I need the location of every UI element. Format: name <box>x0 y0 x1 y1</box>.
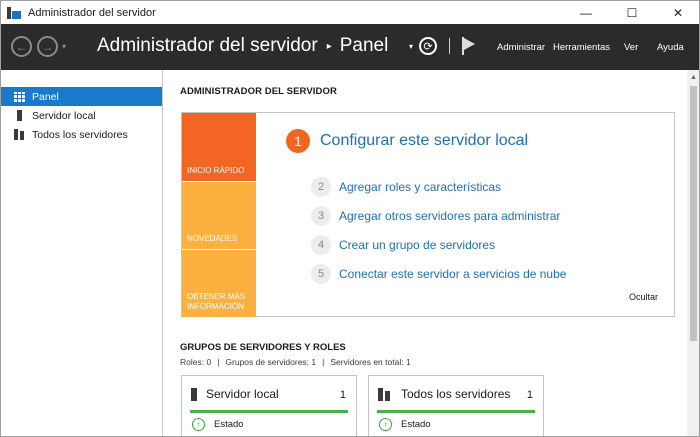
quick-start-step-4: 4 Crear un grupo de servidores <box>311 235 495 255</box>
step-number-badge: 4 <box>311 235 331 255</box>
groups-stats: Roles: 0 | Grupos de servidores: 1 | Ser… <box>180 357 417 367</box>
card-status-bar <box>377 410 535 413</box>
add-servers-link[interactable]: Agregar otros servidores para administra… <box>339 209 560 223</box>
step-number-badge: 1 <box>286 129 310 153</box>
configure-local-server-link[interactable]: Configurar este servidor local <box>320 132 528 150</box>
window-title: Administrador del servidor <box>28 6 156 19</box>
page-title: ADMINISTRADOR DEL SERVIDOR <box>180 86 337 97</box>
stats-separator: | <box>217 357 220 367</box>
group-card-todos-los-servidores[interactable]: Todos los servidores 1 ↑ Estado <box>368 375 544 436</box>
menu-herramientas[interactable]: Herramientas <box>553 42 610 53</box>
card-title[interactable]: Todos los servidores <box>401 387 510 401</box>
quick-start-step-2: 2 Agregar roles y características <box>311 177 501 197</box>
card-status-row[interactable]: ↑ Estado <box>192 418 244 431</box>
quick-start-panel: INICIO RÁPIDO NOVEDADES OBTENER MÁS INFO… <box>181 112 675 317</box>
app-header: ← → ▾ Administrador del servidor ▸ Panel… <box>1 24 699 70</box>
card-status-label: Estado <box>214 419 244 430</box>
title-bar: Administrador del servidor — ☐ ✕ <box>1 1 699 24</box>
card-header: Todos los servidores <box>378 387 510 401</box>
add-roles-link[interactable]: Agregar roles y características <box>339 180 501 194</box>
maximize-button[interactable]: ☐ <box>609 1 655 24</box>
status-ok-up-arrow-icon: ↑ <box>192 418 205 431</box>
menu-administrar[interactable]: Administrar <box>497 42 545 53</box>
card-status-bar <box>190 410 348 413</box>
sidebar-item-label: Panel <box>32 90 59 103</box>
breadcrumb: Administrador del servidor ▸ Panel <box>97 35 388 57</box>
quick-start-step-1: 1 Configurar este servidor local <box>286 129 528 153</box>
card-header: Servidor local <box>191 387 279 401</box>
server-icon <box>17 110 22 121</box>
card-status-label: Estado <box>401 419 431 430</box>
breadcrumb-separator-icon: ▸ <box>326 40 332 52</box>
stats-separator: | <box>322 357 325 367</box>
close-button[interactable]: ✕ <box>655 1 699 24</box>
menu-ayuda[interactable]: Ayuda <box>657 42 684 53</box>
back-arrow-icon[interactable]: ← <box>11 36 32 57</box>
total-servers-count: Servidores en total: 1 <box>330 357 411 367</box>
servers-icon <box>378 387 392 401</box>
header-actions: ▾ ⟳ <box>409 37 476 55</box>
status-ok-up-arrow-icon: ↑ <box>379 418 392 431</box>
server-icon <box>191 387 197 401</box>
create-server-group-link[interactable]: Crear un grupo de servidores <box>339 238 495 252</box>
roles-count: Roles: 0 <box>180 357 212 367</box>
minimize-button[interactable]: — <box>563 1 609 24</box>
breadcrumb-current: Panel <box>339 35 389 56</box>
server-manager-window: Administrador del servidor — ☐ ✕ ← → ▾ A… <box>0 0 700 437</box>
menu-ver[interactable]: Ver <box>624 42 638 53</box>
sidebar: Panel Servidor local Todos los servidore… <box>1 70 163 436</box>
server-manager-app-icon <box>7 6 21 19</box>
card-count: 1 <box>339 389 346 401</box>
connect-cloud-link[interactable]: Conectar este servidor a servicios de nu… <box>339 267 566 281</box>
quick-start-step-5: 5 Conectar este servidor a servicios de … <box>311 264 566 284</box>
servers-icon <box>14 129 25 140</box>
window-controls: — ☐ ✕ <box>563 1 699 24</box>
refresh-icon[interactable]: ⟳ <box>419 37 438 55</box>
card-status-row[interactable]: ↑ Estado <box>379 418 431 431</box>
card-title[interactable]: Servidor local <box>206 387 279 401</box>
dashboard-grid-icon <box>14 91 25 102</box>
breadcrumb-root[interactable]: Administrador del servidor <box>97 35 318 57</box>
scroll-up-arrow-icon[interactable]: ▲ <box>687 70 699 84</box>
step-number-badge: 5 <box>311 264 331 284</box>
sidebar-item-label: Servidor local <box>32 109 96 122</box>
header-divider <box>449 38 451 54</box>
step-number-badge: 3 <box>311 206 331 226</box>
forward-arrow-icon[interactable]: → <box>37 36 58 57</box>
tile-inicio-rapido[interactable]: INICIO RÁPIDO <box>182 113 256 181</box>
vertical-scrollbar[interactable]: ▲ <box>687 70 699 436</box>
tile-obtener-mas-informacion[interactable]: OBTENER MÁS INFORMACIÓN <box>182 250 256 317</box>
main-content: ADMINISTRADOR DEL SERVIDOR INICIO RÁPIDO… <box>164 70 687 436</box>
sidebar-item-servidor-local[interactable]: Servidor local <box>1 106 162 125</box>
sidebar-item-todos-los-servidores[interactable]: Todos los servidores <box>1 125 162 144</box>
card-count: 1 <box>526 389 533 401</box>
sidebar-item-panel[interactable]: Panel <box>1 87 162 106</box>
step-number-badge: 2 <box>311 177 331 197</box>
server-groups-count: Grupos de servidores: 1 <box>225 357 317 367</box>
notifications-flag-icon[interactable] <box>460 37 476 55</box>
groups-title: GRUPOS DE SERVIDORES Y ROLES <box>180 342 346 353</box>
quick-start-step-3: 3 Agregar otros servidores para administ… <box>311 206 560 226</box>
hide-button[interactable]: Ocultar <box>629 292 658 302</box>
scroll-thumb[interactable] <box>690 86 697 341</box>
sidebar-item-label: Todos los servidores <box>32 128 128 141</box>
actions-dropdown-icon[interactable]: ▾ <box>409 42 413 51</box>
tile-novedades[interactable]: NOVEDADES <box>182 182 256 249</box>
group-card-servidor-local[interactable]: Servidor local 1 ↑ Estado <box>181 375 357 436</box>
history-dropdown-icon[interactable]: ▾ <box>62 42 66 51</box>
